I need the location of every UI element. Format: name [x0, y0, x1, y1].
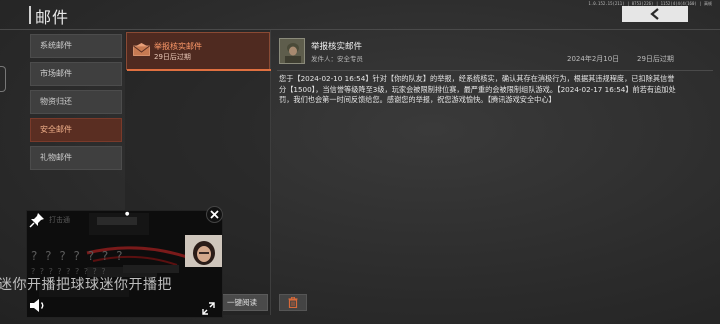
sidebar-item-gift-mail[interactable]: 礼物邮件 — [30, 146, 122, 170]
mail-list-item[interactable]: 举报核实邮件 29日后过期 — [126, 32, 271, 71]
sender-avatar — [279, 38, 305, 64]
sidebar-item-market-mail[interactable]: 市场邮件 — [30, 62, 122, 86]
soldier-portrait-icon — [280, 39, 304, 63]
sound-toggle-button[interactable] — [29, 298, 47, 317]
mail-expiry: 29日后过期 — [637, 55, 674, 63]
speaker-icon — [30, 299, 44, 312]
trash-icon — [288, 297, 298, 308]
divider — [277, 70, 713, 71]
video-placeholder-marks: ? ? ? ? ? ? ? — [31, 249, 125, 263]
sidebar-item-item-return[interactable]: 物资归还 — [30, 90, 122, 114]
mail-detail-title: 举报核实邮件 — [311, 42, 363, 52]
delete-button[interactable] — [279, 294, 307, 311]
sidebar-item-system-mail[interactable]: 系统邮件 — [30, 34, 122, 58]
mail-screen: 邮件 1.0.152.15(211) | 0753(226) | 1152(4(… — [0, 0, 720, 324]
chevron-left-icon — [650, 8, 659, 20]
page-title: 邮件 — [35, 8, 70, 27]
mail-date: 2024年2月10日 — [567, 55, 620, 63]
title-accent-bar — [29, 6, 31, 24]
stream-ticker-text: 迷你开播把球球迷你开播把 — [0, 277, 172, 293]
back-button[interactable] — [622, 6, 688, 22]
read-all-button[interactable]: 一键阅读 — [216, 294, 268, 311]
video-small-label: ● — [125, 211, 130, 217]
top-bar: 邮件 1.0.152.15(211) | 0753(226) | 1152(4(… — [0, 0, 720, 30]
pin-icon — [29, 213, 44, 228]
streamer-face-icon — [185, 235, 222, 267]
mail-item-title: 举报核实邮件 — [154, 42, 202, 51]
side-drawer-handle[interactable] — [0, 66, 6, 92]
floating-video-player[interactable]: 打击通 ● ? ? ? ? ? ? ? ? ? ? ? ? ? ? ? ? — [26, 210, 223, 318]
expand-icon — [202, 302, 215, 315]
pin-button[interactable] — [29, 212, 45, 232]
selected-indicator — [127, 69, 271, 71]
video-watermark: 打击通 — [49, 216, 70, 224]
mail-body-text: 您于【2024-02-10 16:54】针对【你的队友】的举报，经系统核实，确认… — [279, 74, 676, 104]
mail-sender: 发件人：安全专员 — [311, 55, 363, 63]
expand-video-button[interactable] — [202, 300, 215, 319]
streamer-camera — [185, 235, 222, 267]
mail-category-sidebar: 系统邮件 市场邮件 物资归还 安全邮件 礼物邮件 — [30, 34, 122, 174]
close-icon — [210, 210, 219, 219]
mail-detail-panel: 举报核实邮件 发件人：安全专员 2024年2月10日 29日后过期 您于【202… — [271, 30, 720, 292]
close-video-button[interactable] — [206, 206, 223, 223]
sidebar-item-security-mail[interactable]: 安全邮件 — [30, 118, 122, 142]
envelope-icon — [133, 43, 150, 56]
mail-item-expiry: 29日后过期 — [154, 53, 191, 61]
